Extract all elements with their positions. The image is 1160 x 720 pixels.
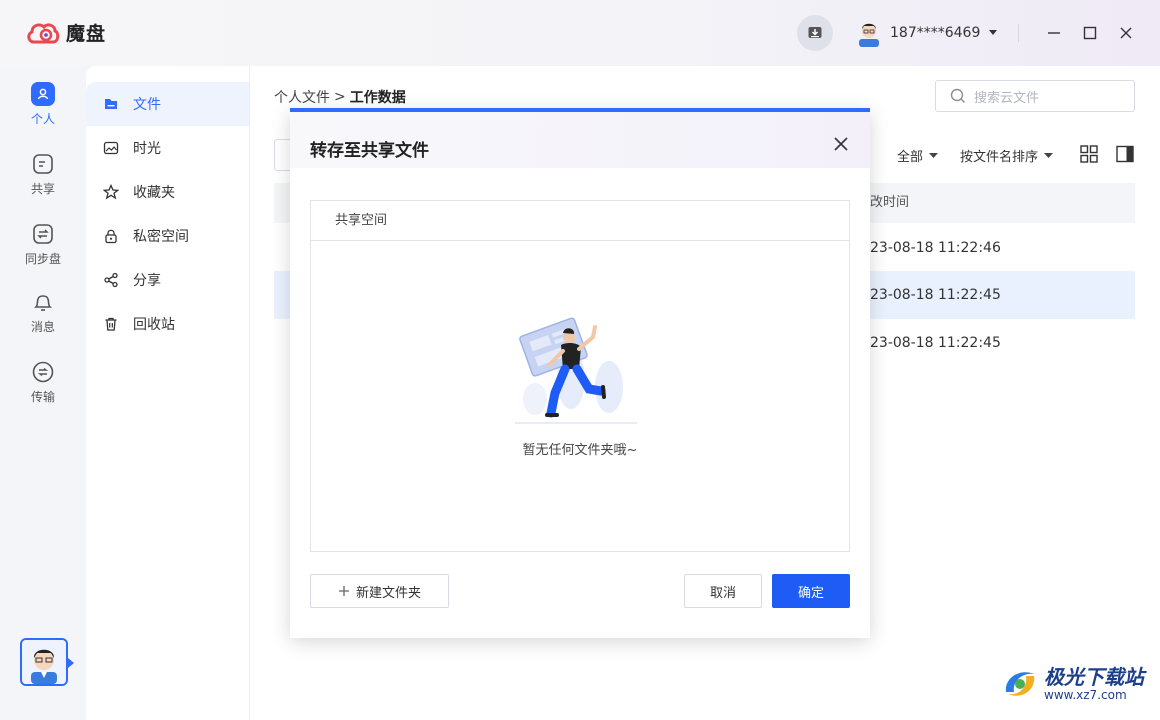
sidebar-item-label: 私密空间: [133, 229, 189, 245]
folder-icon: [105, 99, 117, 109]
bell-icon: [31, 290, 55, 314]
maximize-icon: [1083, 26, 1097, 40]
breadcrumb-current: 工作数据: [349, 90, 406, 106]
profile-avatar-button[interactable]: [20, 638, 68, 686]
sync-icon: [31, 222, 55, 246]
download-button[interactable]: [797, 15, 833, 51]
shared-space-list: 共享空间 暂无任何文件夹哦~: [310, 200, 850, 552]
share-icon: [104, 272, 118, 288]
sort-label: 按文件名排序: [960, 150, 1039, 165]
watermark-title: 极光下载站: [1044, 665, 1144, 689]
filter-dropdown[interactable]: 全部: [897, 146, 939, 165]
confirm-label: 确定: [797, 585, 824, 601]
maximize-button[interactable]: [1079, 22, 1101, 44]
rail-item-messages[interactable]: 消息: [0, 290, 86, 335]
plus-icon: [338, 586, 349, 596]
search-input[interactable]: 搜索云文件: [935, 80, 1135, 112]
cancel-label: 取消: [709, 585, 736, 601]
lock-icon: [105, 229, 117, 244]
side-panel-icon: [1116, 145, 1134, 163]
user-menu[interactable]: 187****6469: [856, 18, 998, 48]
row-time: 23-08-18 11:22:45: [870, 287, 1001, 303]
watermark: 极光下载站 www.xz7.com: [1000, 664, 1144, 704]
transfer-icon: [31, 360, 55, 384]
sidebar-item-label: 收藏夹: [133, 185, 175, 201]
divider: [1018, 24, 1019, 42]
star-icon: [103, 184, 119, 200]
user-name: 187****6469: [890, 25, 981, 41]
user-avatar: [859, 23, 879, 47]
confirm-button[interactable]: 确定: [772, 574, 850, 608]
rail-item-sync[interactable]: 同步盘: [0, 222, 86, 267]
close-icon: [834, 137, 848, 151]
rail-item-transfer[interactable]: 传输: [0, 360, 86, 405]
search-icon: [950, 88, 965, 103]
rail-item-label: 同步盘: [24, 252, 61, 266]
breadcrumb: 个人文件 > 工作数据: [274, 87, 406, 107]
avatar-indicator: [68, 658, 74, 668]
row-time: 23-08-18 11:22:45: [870, 335, 1001, 351]
watermark-logo-icon: [1005, 672, 1035, 696]
dialog-close-button[interactable]: [833, 136, 851, 154]
sidebar-item-private[interactable]: 私密空间: [86, 214, 249, 258]
rail-item-label: 传输: [30, 390, 55, 404]
empty-illustration: [515, 317, 637, 424]
minimize-icon: [1048, 32, 1060, 34]
grid-view-button[interactable]: [1080, 145, 1098, 163]
nav-rail: 个人 共享 同步盘 消息 传输: [0, 66, 86, 720]
rail-item-personal[interactable]: 个人: [0, 82, 86, 127]
sidebar-item-favorites[interactable]: 收藏夹: [86, 170, 249, 214]
new-folder-button[interactable]: 新建文件夹: [310, 574, 449, 608]
watermark-url: www.xz7.com: [1044, 688, 1127, 702]
rail-item-label: 个人: [30, 112, 55, 126]
caret-down-icon: [929, 152, 939, 158]
rail-item-shared[interactable]: 共享: [0, 152, 86, 197]
breadcrumb-separator: >: [334, 89, 346, 105]
dialog-header: 转存至共享文件: [290, 112, 870, 168]
share-folder-icon: [31, 152, 55, 176]
close-window-button[interactable]: [1115, 22, 1137, 44]
filter-label: 全部: [897, 150, 924, 165]
person-icon: [31, 82, 55, 106]
download-icon: [808, 27, 822, 38]
app-logo: 魔盘: [26, 19, 106, 46]
image-icon: [103, 141, 119, 155]
rail-item-label: 消息: [30, 320, 55, 334]
cloud-logo-icon: [27, 22, 60, 43]
sidebar-item-trash[interactable]: 回收站: [86, 302, 249, 346]
rail-item-label: 共享: [30, 182, 55, 196]
title-bar: 魔盘 187****6469: [0, 0, 1160, 66]
grid-view-icon: [1080, 145, 1098, 163]
sort-dropdown[interactable]: 按文件名排序: [960, 146, 1054, 165]
transfer-dialog: 转存至共享文件 共享空间 暂无任何文件夹哦~ 新建文件夹 取消 确定: [290, 108, 870, 638]
search-placeholder: 搜索云文件: [974, 90, 1040, 106]
minimize-button[interactable]: [1043, 22, 1065, 44]
cancel-button[interactable]: 取消: [684, 574, 762, 608]
trash-icon: [105, 317, 117, 331]
column-modified-time[interactable]: 改时间: [870, 183, 909, 223]
detail-panel-button[interactable]: [1116, 145, 1134, 163]
sidebar-item-label: 时光: [133, 141, 161, 157]
close-icon: [1120, 27, 1132, 39]
breadcrumb-root[interactable]: 个人文件: [274, 87, 330, 107]
caret-down-icon: [1044, 152, 1054, 158]
sidebar: 文件 时光 收藏夹 私密空间 分享 回收站: [86, 66, 250, 720]
dialog-title: 转存至共享文件: [310, 141, 429, 161]
shared-space-header: 共享空间: [311, 201, 849, 241]
avatar: [22, 640, 66, 684]
sidebar-item-share[interactable]: 分享: [86, 258, 249, 302]
row-time: 23-08-18 11:22:46: [870, 240, 1001, 256]
sidebar-item-moments[interactable]: 时光: [86, 126, 249, 170]
app-name: 魔盘: [66, 23, 107, 45]
sidebar-item-label: 分享: [133, 273, 161, 289]
caret-down-icon: [989, 30, 998, 35]
empty-state-text: 暂无任何文件夹哦~: [522, 443, 638, 458]
sidebar-item-files[interactable]: 文件: [86, 82, 249, 126]
sidebar-item-label: 文件: [133, 97, 161, 113]
sidebar-item-label: 回收站: [133, 317, 175, 333]
new-folder-label: 新建文件夹: [355, 585, 421, 601]
